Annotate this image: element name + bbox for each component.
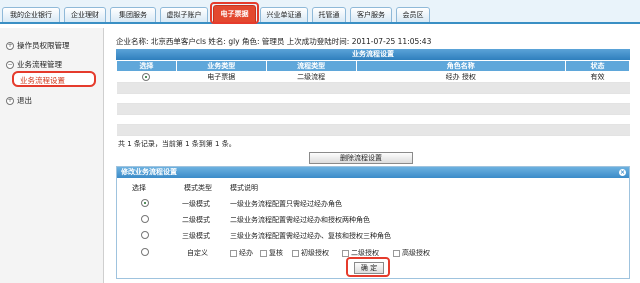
- column-header-select: 选择: [116, 60, 177, 72]
- sidebar-item-label: 退出: [17, 96, 32, 105]
- modify-panel-title-text: 修改业务流程设置: [121, 168, 177, 176]
- tab-my-enterprise-bank[interactable]: 我的企业银行: [2, 7, 60, 22]
- checkbox[interactable]: [342, 249, 349, 257]
- user-info-line: 企业名称: 北京西单客户cls 姓名: gly 角色: 管理员 上次成功登陆时间…: [116, 37, 432, 46]
- mode-radio-custom[interactable]: [141, 248, 149, 256]
- mode-desc-label: 二级业务流程配置需经过经办和授权两种角色: [230, 216, 370, 224]
- sidebar-item-logout[interactable]: + 退出: [6, 95, 32, 106]
- workflow-table: 选择 业务类型 流程类型 角色名称 状态 电子票据 二级流程 经办 授权 有效: [116, 60, 630, 136]
- custom-option-primary-auth[interactable]: 初级授权: [292, 248, 329, 258]
- workflow-grid-title: 业务流程设置: [116, 49, 630, 60]
- cell-business-type: 电子票据: [176, 71, 267, 83]
- active-tab-highlight: [210, 2, 259, 24]
- mode-radio-level2[interactable]: [141, 215, 149, 223]
- plus-circle-icon: +: [6, 96, 14, 105]
- plus-circle-icon: +: [6, 41, 14, 50]
- sidebar-item-label: 业务流程管理: [17, 60, 62, 69]
- top-tab-bar: 我的企业银行 企业理财 集团服务 虚拟子账户 电子票据 兴业单证通 托管通 客户…: [0, 0, 640, 24]
- tab-virtual-subaccount[interactable]: 虚拟子账户: [160, 7, 208, 22]
- tab-document-service[interactable]: 兴业单证通: [260, 7, 308, 22]
- minus-circle-icon: −: [6, 60, 14, 69]
- sidebar-item-label: 业务流程设置: [20, 76, 65, 85]
- table-row-empty: [116, 124, 630, 136]
- tab-group-service[interactable]: 集团服务: [110, 7, 156, 22]
- confirm-button-highlight: [346, 257, 390, 277]
- column-header-status: 状态: [565, 60, 630, 72]
- sidebar: + 操作员权限管理 − 业务流程管理 业务流程设置 + 退出: [0, 28, 104, 283]
- mode-desc-label: 三级业务流程配置需经过经办、复核和授权三种角色: [230, 232, 391, 240]
- tab-custody[interactable]: 托管通: [312, 7, 346, 22]
- column-header-role-name: 角色名称: [355, 60, 567, 72]
- close-icon[interactable]: ×: [619, 169, 626, 176]
- mode-desc-label: 一级业务流程配置只需经过经办角色: [230, 200, 342, 208]
- header-mode-desc: 模式说明: [230, 184, 258, 192]
- mode-radio-level3[interactable]: [141, 231, 149, 239]
- sidebar-item-operator-permissions[interactable]: + 操作员权限管理: [6, 40, 70, 51]
- custom-option-review[interactable]: 复核: [260, 248, 283, 258]
- column-header-business-type: 业务类型: [175, 60, 267, 72]
- mode-type-label: 三级模式: [182, 232, 210, 240]
- mode-type-label: 一级模式: [182, 200, 210, 208]
- mode-type-label: 自定义: [187, 249, 208, 257]
- header-mode-type: 模式类型: [184, 184, 212, 192]
- record-summary: 共 1 条记录，当前第 1 条到第 1 条。: [118, 140, 236, 148]
- checkbox[interactable]: [393, 249, 400, 257]
- cell-flow-type: 二级流程: [266, 71, 356, 83]
- cell-role-name: 经办 授权: [356, 71, 566, 83]
- table-row-empty: [116, 114, 630, 125]
- sidebar-item-workflow-management[interactable]: − 业务流程管理: [6, 59, 62, 70]
- sidebar-item-label: 操作员权限管理: [17, 41, 70, 50]
- custom-option-handler[interactable]: 经办: [230, 248, 253, 258]
- table-row-empty: [116, 82, 630, 94]
- column-header-flow-type: 流程类型: [265, 60, 357, 72]
- table-row: 电子票据 二级流程 经办 授权 有效: [116, 71, 630, 83]
- table-header-row: 选择 业务类型 流程类型 角色名称 状态: [116, 60, 630, 72]
- table-row-empty: [116, 103, 630, 115]
- tab-member-zone[interactable]: 会员区: [396, 7, 430, 22]
- tab-enterprise-finance[interactable]: 企业理财: [64, 7, 106, 22]
- sidebar-item-workflow-settings[interactable]: 业务流程设置: [12, 71, 96, 87]
- table-row-empty: [116, 93, 630, 104]
- delete-workflow-button[interactable]: 删除流程设置: [309, 152, 413, 164]
- mode-radio-level1[interactable]: [141, 199, 149, 207]
- mode-type-label: 二级模式: [182, 216, 210, 224]
- custom-option-senior-auth[interactable]: 高级授权: [393, 248, 430, 258]
- tab-customer-service[interactable]: 客户服务: [350, 7, 392, 22]
- checkbox[interactable]: [260, 249, 267, 257]
- header-choose: 选择: [132, 184, 146, 192]
- row-select-radio[interactable]: [142, 73, 151, 81]
- modify-panel-title: 修改业务流程设置 ×: [117, 167, 629, 178]
- checkbox[interactable]: [230, 249, 237, 257]
- checkbox[interactable]: [292, 249, 299, 257]
- cell-status: 有效: [565, 71, 630, 83]
